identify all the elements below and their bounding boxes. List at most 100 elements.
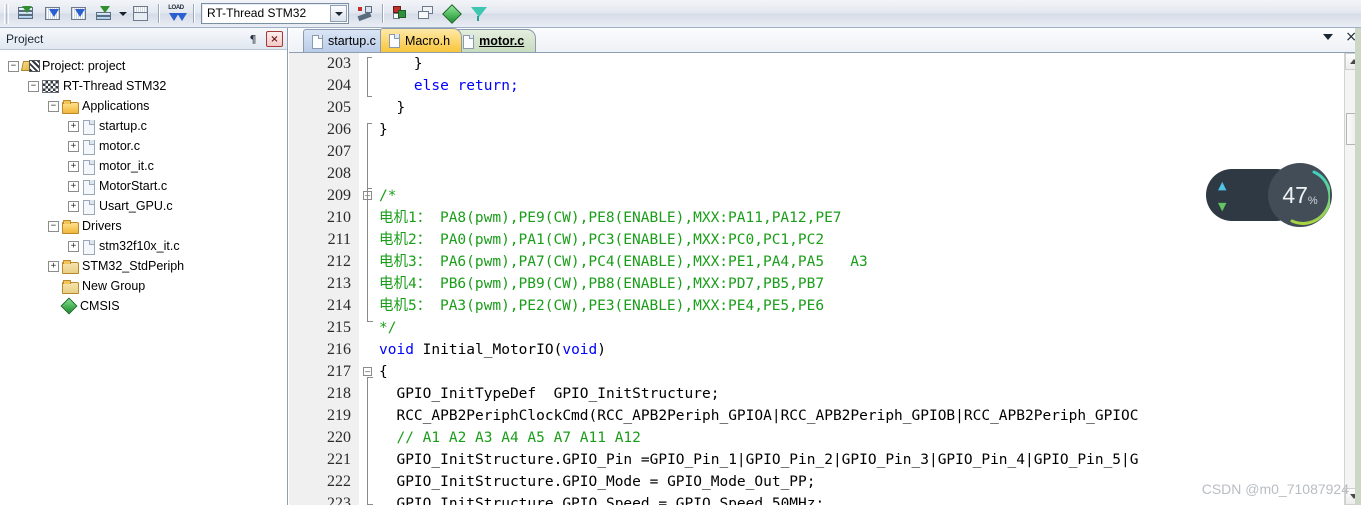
tree-item-stm32f10x-it-c[interactable]: + stm32f10x_it.c bbox=[0, 236, 287, 256]
tab-startup-c[interactable]: startup.c bbox=[303, 29, 388, 52]
expand-toggle-icon[interactable]: + bbox=[68, 140, 79, 152]
tree-item-usart-gpu-c[interactable]: + Usart_GPU.c bbox=[0, 196, 287, 216]
code-line-text: 电机4： PB6(pwm),PB9(CW),PB8(ENABLE),MXX:PD… bbox=[379, 273, 824, 295]
expand-toggle-icon[interactable]: + bbox=[68, 240, 79, 252]
pack-installer-icon[interactable] bbox=[439, 2, 465, 26]
code-line-text: GPIO_InitStructure.GPIO_Pin =GPIO_Pin_1|… bbox=[379, 449, 1139, 471]
tree-item-motorstart-c[interactable]: + MotorStart.c bbox=[0, 176, 287, 196]
expand-toggle-icon[interactable]: + bbox=[68, 200, 79, 212]
code-line[interactable]: 207 bbox=[289, 141, 1361, 163]
network-speed-widget[interactable]: ▲ 0 K/s ▼ 0 K/s 47 % bbox=[1206, 163, 1332, 227]
tab-motor-c[interactable]: motor.c bbox=[454, 29, 537, 52]
target-options-icon[interactable] bbox=[352, 2, 378, 26]
expand-toggle-icon[interactable]: + bbox=[68, 120, 79, 132]
folder-gray-icon bbox=[62, 259, 79, 274]
code-line[interactable]: 209 /* bbox=[289, 185, 1361, 207]
window-cascade-icon[interactable] bbox=[413, 2, 439, 26]
code-token: ) bbox=[597, 342, 606, 358]
tree-item-label: New Group bbox=[82, 279, 146, 293]
code-line-text: RCC_APB2PeriphClockCmd(RCC_APB2Periph_GP… bbox=[379, 405, 1139, 427]
tree-item-project-project[interactable]: − Project: project bbox=[0, 56, 287, 76]
expand-toggle-icon[interactable]: + bbox=[68, 180, 79, 192]
tree-item-motor-c[interactable]: + motor.c bbox=[0, 136, 287, 156]
file-icon bbox=[82, 199, 95, 215]
tab-macro-h[interactable]: Macro.h bbox=[379, 28, 463, 52]
code-line[interactable]: 208 bbox=[289, 163, 1361, 185]
close-icon[interactable]: × bbox=[266, 31, 283, 47]
tree-item-stm32-stdperiph[interactable]: + STM32_StdPeriph bbox=[0, 256, 287, 276]
code-token: GPIO_InitStructure.GPIO_Pin =GPIO_Pin_1|… bbox=[379, 452, 1139, 468]
code-line[interactable]: 210 电机1： PA8(pwm),PE9(CW),PE8(ENABLE),MXX… bbox=[289, 207, 1361, 229]
filter-icon[interactable] bbox=[465, 2, 491, 26]
toolbar-grip[interactable] bbox=[4, 3, 10, 24]
code-line-text: GPIO_InitStructure.GPIO_Mode = GPIO_Mode… bbox=[379, 471, 815, 493]
batch-build-icon[interactable] bbox=[13, 2, 39, 26]
code-token: else return; bbox=[379, 78, 519, 94]
tree-item-motor-it-c[interactable]: + motor_it.c bbox=[0, 156, 287, 176]
code-line[interactable]: 214 电机5： PA3(pwm),PE2(CW),PE3(ENABLE),MXX… bbox=[289, 295, 1361, 317]
code-line-text: } bbox=[379, 97, 405, 119]
watermark: CSDN @m0_71087924 bbox=[1201, 481, 1349, 497]
code-token: void bbox=[562, 342, 598, 358]
code-token: GPIO_InitStructure.GPIO_Speed = GPIO_Spe… bbox=[379, 496, 825, 505]
tree-item-new-group[interactable]: New Group bbox=[0, 276, 287, 296]
target-select[interactable]: RT-Thread STM32 bbox=[201, 3, 349, 24]
code-token: RCC_APB2PeriphClockCmd(RCC_APB2Periph_GP… bbox=[379, 408, 1139, 424]
tree-item-label: startup.c bbox=[99, 119, 147, 133]
expand-toggle-icon[interactable]: + bbox=[68, 160, 79, 172]
build-target-icon[interactable] bbox=[65, 2, 91, 26]
code-line[interactable]: 221 GPIO_InitStructure.GPIO_Pin =GPIO_Pi… bbox=[289, 449, 1361, 471]
stop-build-icon[interactable] bbox=[128, 2, 154, 26]
code-editor[interactable]: – – 203 }204 else return;205 }206}207208… bbox=[289, 53, 1361, 505]
code-line[interactable]: 218 GPIO_InitTypeDef GPIO_InitStructure; bbox=[289, 383, 1361, 405]
code-line[interactable]: 205 } bbox=[289, 97, 1361, 119]
code-line[interactable]: 216 void Initial_MotorIO(void) bbox=[289, 339, 1361, 361]
line-number: 223 bbox=[327, 495, 351, 505]
code-line-text: GPIO_InitStructure.GPIO_Speed = GPIO_Spe… bbox=[379, 493, 824, 505]
tree-item-rt-thread-stm32[interactable]: − RT-Thread STM32 bbox=[0, 76, 287, 96]
code-line[interactable]: 217 { bbox=[289, 361, 1361, 383]
rebuild-all-icon[interactable] bbox=[91, 2, 117, 26]
tree-item-cmsis[interactable]: CMSIS bbox=[0, 296, 287, 316]
collapse-toggle-icon[interactable]: − bbox=[8, 60, 19, 72]
tab-label: startup.c bbox=[328, 34, 376, 48]
download-icon[interactable]: LOAD bbox=[163, 2, 189, 26]
code-line[interactable]: 213 电机4： PB6(pwm),PB9(CW),PB8(ENABLE),MXX… bbox=[289, 273, 1361, 295]
code-line[interactable]: 203 } bbox=[289, 53, 1361, 75]
tree-item-label: motor_it.c bbox=[99, 159, 154, 173]
cpu-percent-value: 47 bbox=[1282, 181, 1308, 208]
tree-item-applications[interactable]: − Applications bbox=[0, 96, 287, 116]
code-line[interactable]: 220 // A1 A2 A3 A4 A5 A7 A11 A12 bbox=[289, 427, 1361, 449]
code-line[interactable]: 211 电机2： PA0(pwm),PA1(CW),PC3(ENABLE),MXX… bbox=[289, 229, 1361, 251]
code-line[interactable]: 219 RCC_APB2PeriphClockCmd(RCC_APB2Perip… bbox=[289, 405, 1361, 427]
tree-item-drivers[interactable]: − Drivers bbox=[0, 216, 287, 236]
manage-components-icon[interactable] bbox=[387, 2, 413, 26]
chevron-down-icon[interactable] bbox=[330, 5, 347, 22]
code-token: GPIO_InitTypeDef GPIO_InitStructure; bbox=[379, 386, 720, 402]
collapse-toggle-icon[interactable]: − bbox=[48, 100, 59, 112]
tree-item-startup-c[interactable]: + startup.c bbox=[0, 116, 287, 136]
project-panel: Project ¶ × − Project: project − RT-Thread … bbox=[0, 28, 288, 505]
code-line[interactable]: 222 GPIO_InitStructure.GPIO_Mode = GPIO_… bbox=[289, 471, 1361, 493]
pin-icon[interactable]: ¶ bbox=[245, 31, 261, 47]
code-line[interactable]: 206} bbox=[289, 119, 1361, 141]
cpu-gauge[interactable]: 47 % bbox=[1268, 163, 1332, 227]
rebuild-dropdown-arrow[interactable] bbox=[117, 2, 128, 26]
tab-list-dropdown-icon[interactable] bbox=[1323, 34, 1334, 40]
file-icon bbox=[388, 34, 400, 48]
code-line[interactable]: 223 GPIO_InitStructure.GPIO_Speed = GPIO… bbox=[289, 493, 1361, 505]
file-icon bbox=[82, 119, 95, 135]
code-line[interactable]: 212 电机3： PA6(pwm),PA7(CW),PC4(ENABLE),MXX… bbox=[289, 251, 1361, 273]
code-token: 电机3： PA6(pwm),PA7(CW),PC4(ENABLE),MXX:PE… bbox=[379, 254, 868, 270]
collapse-toggle-icon[interactable]: − bbox=[28, 80, 39, 92]
file-icon bbox=[82, 179, 95, 195]
code-token: 电机1： PA8(pwm),PE9(CW),PE8(ENABLE),MXX:PA… bbox=[379, 210, 842, 226]
code-line[interactable]: 204 else return; bbox=[289, 75, 1361, 97]
line-number: 216 bbox=[327, 341, 351, 358]
code-line[interactable]: 215 */ bbox=[289, 317, 1361, 339]
file-icon bbox=[82, 139, 95, 155]
collapse-toggle-icon[interactable]: − bbox=[48, 220, 59, 232]
translate-icon[interactable] bbox=[39, 2, 65, 26]
expand-toggle-icon[interactable]: + bbox=[48, 260, 59, 272]
